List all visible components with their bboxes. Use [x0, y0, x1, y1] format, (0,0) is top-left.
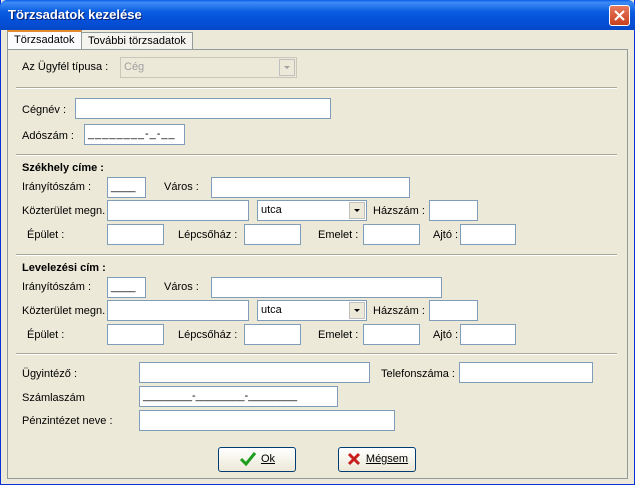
mail-building-input[interactable]	[107, 324, 164, 345]
close-button[interactable]	[609, 5, 630, 26]
seat-door-input[interactable]	[460, 224, 516, 245]
seat-building-input[interactable]	[107, 224, 164, 245]
seat-city-label: Város :	[164, 181, 199, 193]
separator	[16, 254, 617, 256]
client-type-label: Az Ügyfél típusa :	[22, 61, 109, 73]
mail-door-input[interactable]	[460, 324, 516, 345]
mail-street-type-value: utca	[261, 304, 282, 316]
account-number-input[interactable]: ________-________-________	[139, 386, 338, 407]
separator	[16, 154, 617, 156]
seat-floor-input[interactable]	[363, 224, 420, 245]
mail-building-label: Épület :	[27, 329, 65, 341]
seat-address-heading: Székhely címe :	[22, 162, 104, 174]
mail-street-label: Közterület megn. :	[22, 305, 112, 317]
mail-house-input[interactable]	[429, 300, 478, 321]
checkmark-icon	[239, 452, 257, 467]
tab-tovabbi-torzsadatok[interactable]: További törzsadatok	[81, 32, 193, 50]
ok-button[interactable]: Ok	[218, 447, 296, 472]
company-name-input[interactable]	[75, 98, 331, 119]
mail-street-type-select[interactable]: utca	[257, 300, 367, 321]
seat-floor-label: Emelet :	[318, 229, 359, 241]
mail-stair-input[interactable]	[244, 324, 301, 345]
mail-city-input[interactable]	[211, 277, 442, 298]
separator	[16, 353, 617, 355]
bank-name-label: Pénzintézet neve :	[22, 415, 113, 427]
seat-stair-input[interactable]	[244, 224, 301, 245]
seat-street-label: Közterület megn. :	[22, 205, 112, 217]
client-type-select[interactable]: Cég	[120, 57, 297, 78]
mail-stair-label: Lépcsőház :	[178, 329, 238, 341]
mail-street-input[interactable]	[107, 300, 249, 321]
agent-input[interactable]	[139, 362, 370, 383]
mail-zip-label: Irányítószám :	[22, 281, 92, 293]
mail-floor-label: Emelet :	[318, 329, 359, 341]
tab-torzsadatok[interactable]: Törzsadatok	[7, 30, 82, 50]
window-title: Törzsadatok kezelése	[8, 7, 142, 22]
seat-stair-label: Lépcsőház :	[178, 229, 238, 241]
tax-number-input[interactable]: ________-_-__	[84, 124, 185, 145]
bank-name-input[interactable]	[139, 410, 395, 431]
seat-street-input[interactable]	[107, 200, 249, 221]
chevron-down-icon	[349, 302, 365, 319]
seat-building-label: Épület :	[27, 229, 65, 241]
chevron-down-icon	[349, 202, 365, 219]
mail-city-label: Város :	[164, 281, 199, 293]
mail-door-label: Ajtó :	[433, 329, 459, 341]
cancel-button[interactable]: Mégsem	[338, 447, 416, 472]
agent-label: Ügyintéző :	[22, 368, 78, 380]
mail-zip-input[interactable]: ____	[107, 277, 146, 298]
dialog-client: Törzsadatok További törzsadatok Az Ügyfé…	[5, 30, 630, 480]
client-type-value: Cég	[124, 61, 145, 73]
seat-house-input[interactable]	[429, 200, 478, 221]
seat-zip-label: Irányítószám :	[22, 181, 92, 193]
mail-house-label: Házszám :	[373, 305, 425, 317]
chevron-down-icon	[279, 59, 295, 76]
ok-button-label: Ok	[260, 453, 276, 465]
seat-house-label: Házszám :	[373, 205, 425, 217]
mail-floor-input[interactable]	[363, 324, 420, 345]
account-number-label: Számlaszám	[22, 392, 85, 404]
seat-street-type-value: utca	[261, 204, 282, 216]
cross-icon	[347, 453, 360, 466]
close-icon	[614, 10, 625, 21]
separator	[16, 87, 617, 89]
mail-address-heading: Levelezési cím :	[22, 262, 106, 274]
tax-number-label: Adószám :	[22, 130, 74, 142]
seat-city-input[interactable]	[211, 177, 410, 198]
dialog-window: Törzsadatok kezelése Törzsadatok További…	[0, 0, 635, 485]
phone-input[interactable]	[459, 362, 593, 383]
title-bar[interactable]: Törzsadatok kezelése	[0, 0, 635, 30]
cancel-button-label: Mégsem	[365, 453, 409, 465]
seat-zip-input[interactable]: ____	[107, 177, 146, 198]
seat-street-type-select[interactable]: utca	[257, 200, 367, 221]
tab-panel: Az Ügyfél típusa : Cég Cégnév : Adószám …	[7, 49, 628, 479]
company-name-label: Cégnév :	[22, 104, 67, 116]
seat-door-label: Ajtó :	[433, 229, 459, 241]
phone-label: Telefonszáma :	[381, 368, 455, 380]
